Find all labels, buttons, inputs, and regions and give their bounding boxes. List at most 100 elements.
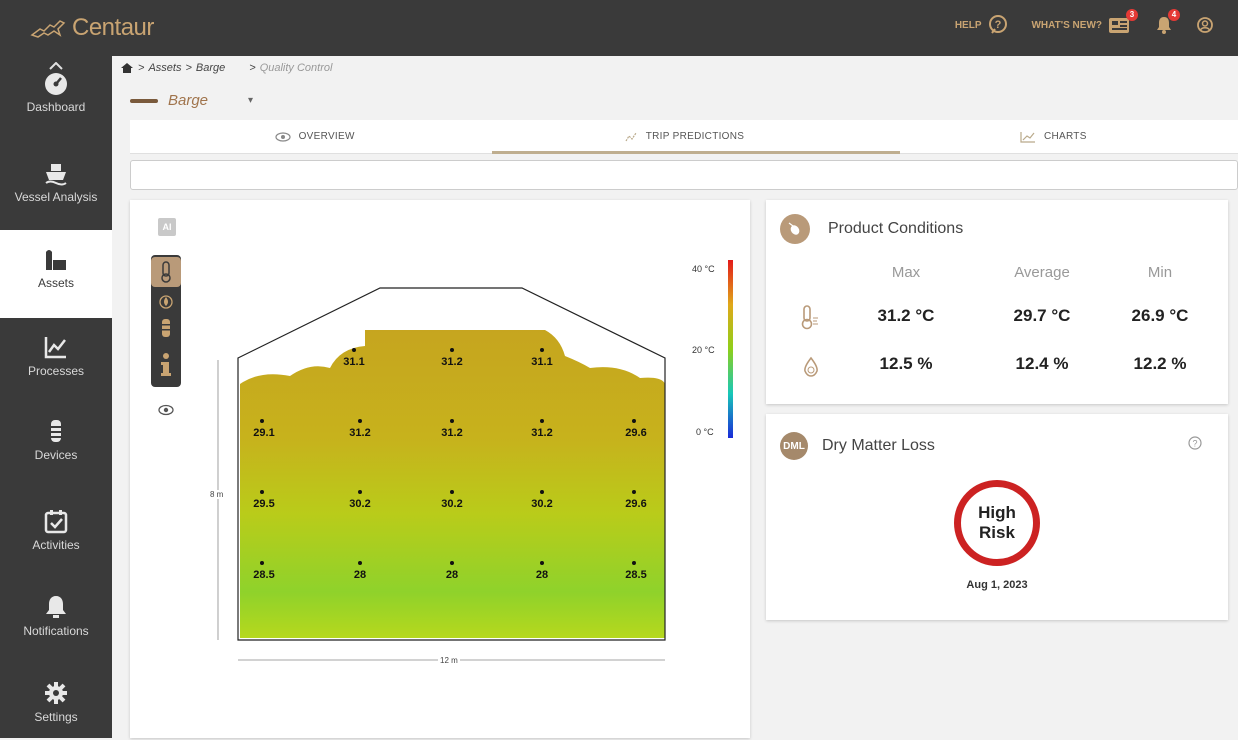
info-layer-button[interactable] — [151, 345, 181, 385]
sensor-point-value: 28.5 — [253, 569, 275, 581]
account-icon — [1197, 17, 1213, 33]
svg-text:?: ? — [995, 19, 1002, 31]
sidebar-item-assets[interactable]: Assets — [0, 230, 112, 318]
width-dimension-label: 12 m — [438, 656, 460, 665]
sensor-point-dot — [358, 490, 362, 494]
dry-matter-loss-card: DML Dry Matter Loss ? High Risk Aug 1, 2… — [766, 414, 1228, 620]
sensor-point-value: 31.2 — [441, 356, 463, 368]
sensor-point-dot — [358, 419, 362, 423]
sidebar-label-dashboard: Dashboard — [26, 100, 86, 114]
sensor-icon — [51, 420, 61, 442]
home-icon[interactable] — [120, 62, 134, 74]
ai-toggle-button[interactable]: AI — [158, 218, 176, 236]
ship-icon — [45, 164, 67, 186]
sensor-point-value: 28 — [535, 569, 549, 581]
breadcrumb: > Assets > Barge > Quality Control — [120, 62, 332, 74]
sensor-point-dot — [260, 490, 264, 494]
sensor-point-value: 31.2 — [349, 427, 371, 439]
tab-overview[interactable]: OVERVIEW — [130, 120, 499, 153]
sensor-point-value: 31.1 — [531, 356, 553, 368]
help-chat-icon: ? — [989, 15, 1008, 34]
thermometer-icon — [801, 305, 818, 330]
temp-average-value: 29.7 °C — [1013, 306, 1071, 325]
breadcrumb-current: Quality Control — [259, 62, 333, 74]
app-name: Centaur — [72, 14, 154, 41]
thermometer-icon — [161, 261, 171, 283]
horse-logo-icon — [30, 20, 66, 38]
header-average: Average — [1014, 264, 1070, 281]
dry-matter-loss-title: Dry Matter Loss — [822, 437, 935, 454]
calendar-check-icon — [44, 510, 68, 534]
bell-icon — [46, 596, 66, 618]
asset-selector[interactable]: Barge ▾ — [130, 92, 253, 109]
app-logo[interactable]: Centaur — [30, 14, 154, 42]
header-max: Max — [891, 264, 921, 281]
gauge-icon — [45, 73, 67, 95]
temp-max-value: 31.2 °C — [877, 306, 935, 325]
header-min: Min — [1147, 264, 1173, 281]
sensor-point-value: 30.2 — [441, 498, 463, 510]
sensor-point-dot — [632, 490, 636, 494]
filter-bar[interactable] — [130, 160, 1238, 190]
sidebar-item-dashboard[interactable]: Dashboard — [0, 60, 112, 140]
account-button[interactable] — [1196, 16, 1214, 34]
moisture-layer-button[interactable] — [151, 287, 181, 317]
tab-overview-label: OVERVIEW — [298, 131, 355, 142]
grain-heat-area — [240, 330, 665, 638]
sensor-point-dot — [450, 561, 454, 565]
tab-trip-predictions-label: TRIP PREDICTIONS — [645, 131, 745, 142]
whats-new-button[interactable]: WHAT'S NEW? 3 — [1031, 9, 1138, 35]
sensor-point-dot — [540, 490, 544, 494]
legend-mid-label: 20 °C — [692, 345, 715, 355]
moisture-droplet-icon — [804, 356, 818, 377]
sidebar-label-assets: Assets — [37, 276, 74, 290]
sensor-point-dot — [260, 561, 264, 565]
sensor-point-value: 29.6 — [625, 427, 647, 439]
dml-badge-icon: DML — [780, 432, 808, 460]
sidebar-item-notifications[interactable]: Notifications — [0, 594, 112, 654]
moisture-max-value: 12.5 % — [879, 354, 933, 373]
sensor-point-value: 29.6 — [625, 498, 647, 510]
moisture-average-value: 12.4 % — [1015, 354, 1069, 373]
sensor-point-value: 31.2 — [441, 427, 463, 439]
tab-trip-predictions[interactable]: TRIP PREDICTIONS — [499, 120, 868, 153]
svg-text:?: ? — [1192, 439, 1197, 449]
barge-heatmap — [217, 260, 733, 661]
sensor-layer-button[interactable] — [151, 315, 181, 341]
top-bar: Centaur HELP ? WHAT'S NEW? 3 4 — [0, 0, 1238, 56]
notifications-button[interactable]: 4 — [1154, 9, 1180, 35]
collapse-chevron-icon — [49, 62, 63, 70]
sidebar-item-vessel-analysis[interactable]: Vessel Analysis — [0, 160, 112, 220]
height-dimension-label: 8 m — [210, 490, 224, 499]
product-conditions-title: Product Conditions — [828, 220, 964, 237]
sensor-point-value: 30.2 — [531, 498, 553, 510]
sidebar-item-activities[interactable]: Activities — [0, 508, 112, 568]
gear-icon — [45, 682, 67, 704]
help-button[interactable]: HELP ? — [955, 14, 1010, 36]
layer-toolbar — [151, 255, 181, 387]
active-tab-indicator — [492, 151, 900, 154]
sensor-point-value: 28 — [445, 569, 459, 581]
sensor-icon — [162, 319, 170, 337]
visibility-eye-icon[interactable] — [158, 404, 174, 416]
sensor-point-dot — [540, 561, 544, 565]
whats-new-badge: 3 — [1126, 9, 1138, 21]
temperature-layer-button[interactable] — [151, 257, 181, 287]
sensor-point-dot — [450, 419, 454, 423]
moisture-min-value: 12.2 % — [1133, 354, 1187, 373]
sensor-point-dot — [352, 348, 356, 352]
dropdown-caret-icon: ▾ — [248, 95, 254, 106]
breadcrumb-barge[interactable]: Barge — [196, 62, 225, 74]
tab-charts[interactable]: CHARTS — [869, 120, 1238, 153]
sidebar-item-settings[interactable]: Settings — [0, 680, 112, 740]
tab-bar: OVERVIEW TRIP PREDICTIONS CHARTS — [130, 120, 1238, 154]
legend-max-label: 40 °C — [692, 264, 715, 274]
sidebar-item-devices[interactable]: Devices — [0, 418, 112, 478]
help-icon[interactable]: ? — [1188, 436, 1202, 450]
breadcrumb-assets[interactable]: Assets — [148, 62, 181, 74]
sensor-point-value: 31.2 — [531, 427, 553, 439]
tab-charts-label: CHARTS — [1043, 131, 1087, 142]
help-label: HELP — [954, 19, 982, 31]
sensor-point-value: 28 — [353, 569, 367, 581]
sidebar-item-processes[interactable]: Processes — [0, 334, 112, 394]
